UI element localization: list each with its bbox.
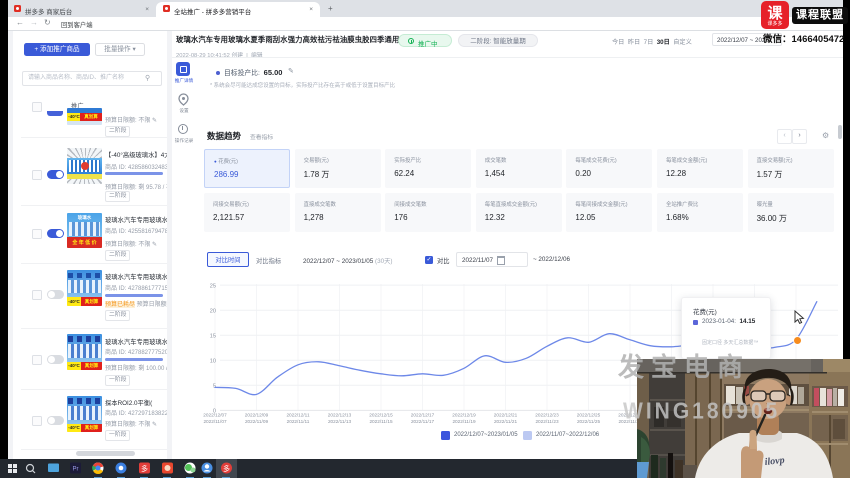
svg-text:2022/12/25: 2022/12/25 [577, 413, 601, 418]
svg-text:2022/11/11: 2022/11/11 [287, 419, 310, 424]
svg-text:2022/12/15: 2022/12/15 [369, 413, 393, 418]
svg-text:Pr: Pr [73, 467, 79, 473]
svg-text:2022/12/13: 2022/12/13 [328, 413, 352, 418]
svg-text:2022/12/19: 2022/12/19 [452, 413, 476, 418]
svg-text:25: 25 [210, 283, 216, 289]
svg-text:2022/11/21: 2022/11/21 [494, 419, 518, 424]
svg-text:2022/12/17: 2022/12/17 [411, 413, 435, 418]
svg-text:多: 多 [223, 464, 230, 473]
svg-text:2022/11/17: 2022/11/17 [411, 419, 435, 424]
svg-text:ilovp: ilovp [764, 455, 785, 468]
svg-text:2022/12/09: 2022/12/09 [245, 413, 269, 418]
svg-text:2022/11/13: 2022/11/13 [328, 419, 352, 424]
svg-text:2022/11/15: 2022/11/15 [369, 419, 393, 424]
svg-text:2022/12/07: 2022/12/07 [203, 413, 227, 418]
svg-text:2022/12/23: 2022/12/23 [535, 413, 559, 418]
svg-text:2022/12/21: 2022/12/21 [494, 413, 518, 418]
svg-text:5: 5 [213, 384, 216, 390]
svg-text:20: 20 [210, 309, 216, 315]
svg-text:多: 多 [141, 464, 148, 473]
svg-text:15: 15 [210, 334, 216, 340]
svg-text:10: 10 [210, 359, 216, 365]
svg-text:2022/11/19: 2022/11/19 [452, 419, 476, 424]
svg-text:2022/11/25: 2022/11/25 [577, 419, 601, 424]
svg-text:2022/12/11: 2022/12/11 [286, 413, 310, 418]
svg-text:2022/11/09: 2022/11/09 [245, 419, 269, 424]
svg-text:2022/11/07: 2022/11/07 [203, 419, 227, 424]
svg-text:2022/11/23: 2022/11/23 [535, 419, 559, 424]
